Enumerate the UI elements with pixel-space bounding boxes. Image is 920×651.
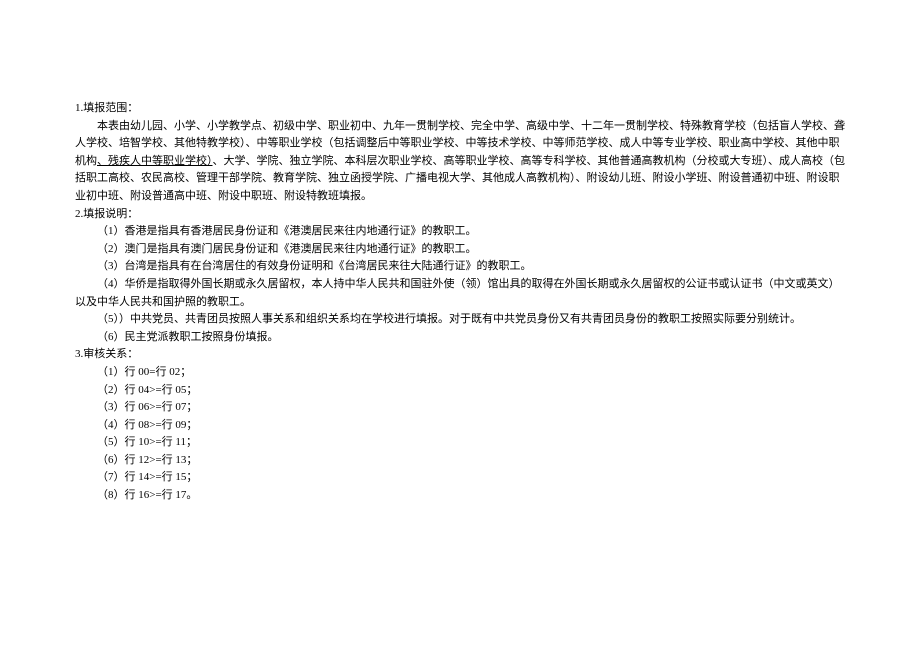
section-3-item-5: （5）行 10>=行 11； [75,434,845,452]
section-3: 3.审核关系： （1）行 00=行 02； （2）行 04>=行 05； （3）… [75,346,845,504]
section-2-item-5: （5））中共党员、共青团员按照人事关系和组织关系均在学校进行填报。对于既有中共党… [75,311,845,329]
section-3-item-6: （6）行 12>=行 13； [75,452,845,470]
section-3-header: 3.审核关系： [75,346,845,364]
section-1-body-underline: 、残疾人中等职业学校） [97,155,213,167]
section-3-item-2: （2）行 04>=行 05； [75,382,845,400]
section-3-item-4: （4）行 08>=行 09； [75,417,845,435]
section-2-item-4: （4）华侨是指取得外国长期或永久居留权，本人持中华人民共和国驻外使（领）馆出具的… [75,276,845,311]
section-3-item-7: （7）行 14>=行 15； [75,469,845,487]
section-3-item-3: （3）行 06>=行 07； [75,399,845,417]
section-2-item-1: （1）香港是指具有香港居民身份证和《港澳居民来往内地通行证》的教职工。 [75,223,845,241]
section-2: 2.填报说明： （1）香港是指具有香港居民身份证和《港澳居民来往内地通行证》的教… [75,206,845,347]
section-2-item-3: （3）台湾是指具有在台湾居住的有效身份证明和《台湾居民来往大陆通行证》的教职工。 [75,258,845,276]
section-2-header: 2.填报说明： [75,206,845,224]
section-2-item-6: （6）民主党派教职工按照身份填报。 [75,329,845,347]
section-1-body: 本表由幼儿园、小学、小学教学点、初级中学、职业初中、九年一贯制学校、完全中学、高… [75,118,845,206]
section-3-item-1: （1）行 00=行 02； [75,364,845,382]
section-1-header: 1.填报范围： [75,100,845,118]
section-2-item-2: （2）澳门是指具有澳门居民身份证和《港澳居民来往内地通行证》的教职工。 [75,241,845,259]
section-3-item-8: （8）行 16>=行 17。 [75,487,845,505]
section-1: 1.填报范围： 本表由幼儿园、小学、小学教学点、初级中学、职业初中、九年一贯制学… [75,100,845,206]
